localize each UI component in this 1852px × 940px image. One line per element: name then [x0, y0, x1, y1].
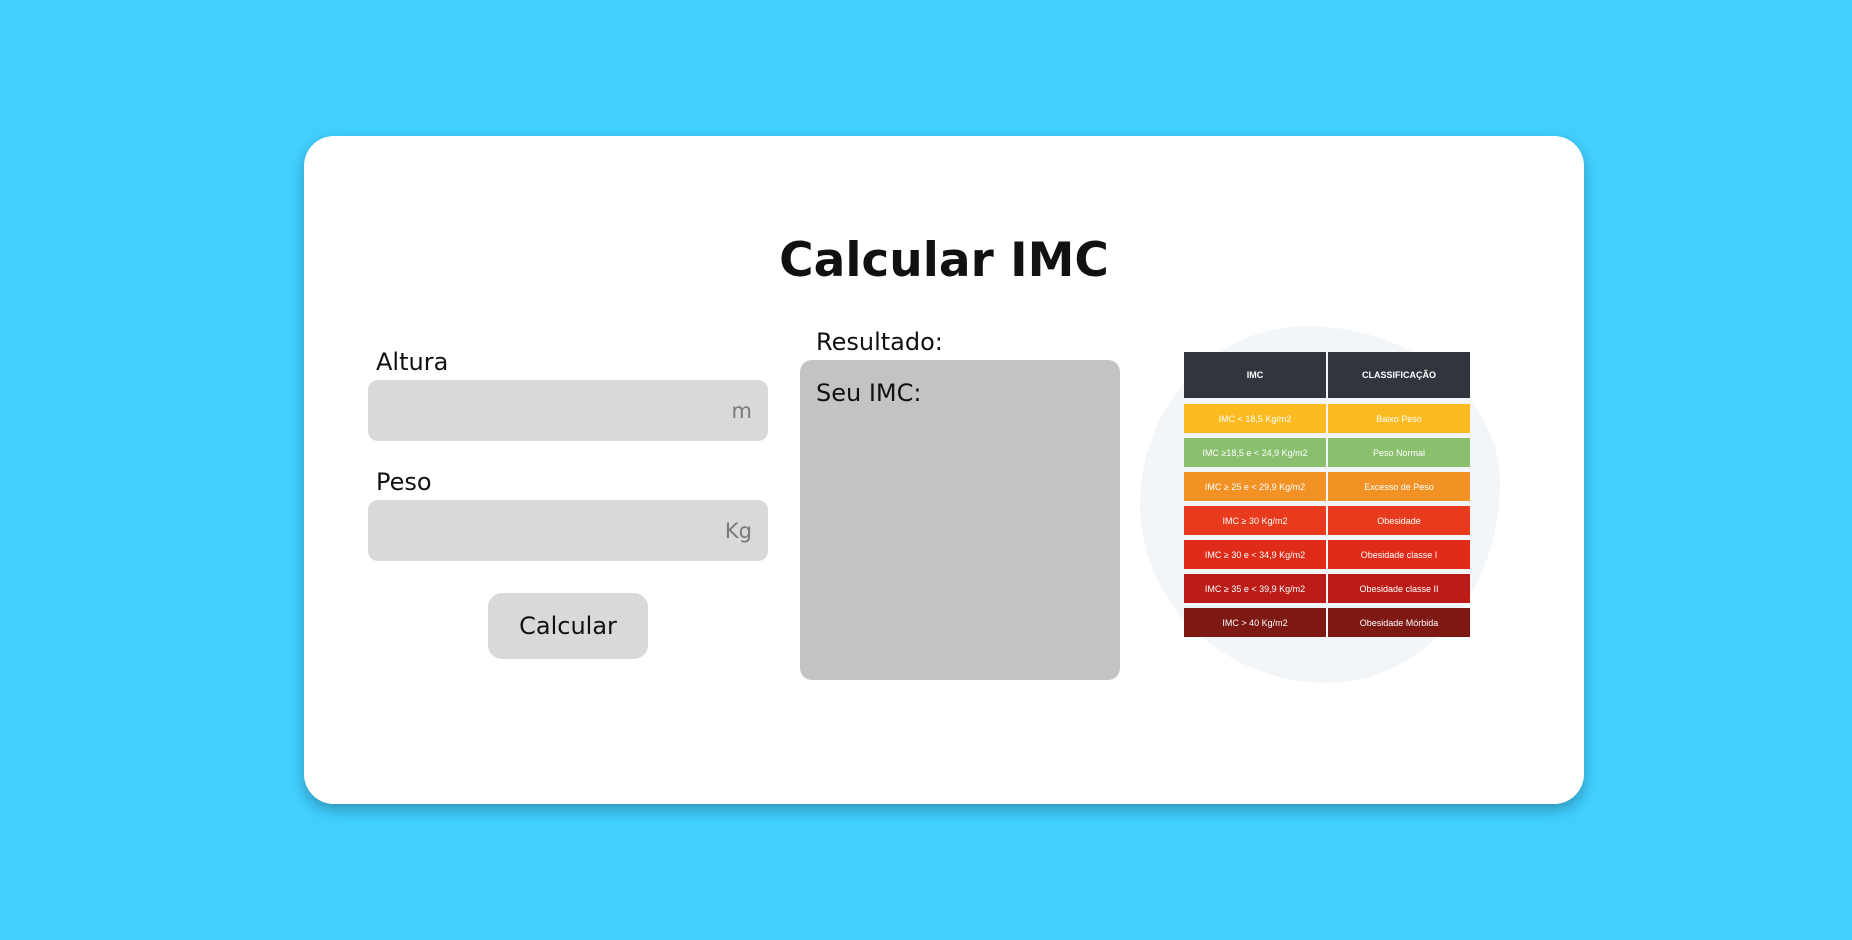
- imc-classification-table: IMC CLASSIFICAÇÃO IMC < 18,5 Kg/m2 Baixo Pe…: [1184, 352, 1470, 638]
- imc-range-cell: IMC ≥18,5 e < 24,9 Kg/m2: [1184, 438, 1326, 467]
- resultado-label: Resultado:: [816, 328, 943, 356]
- peso-field-box: [368, 500, 768, 561]
- imc-classification-cell: Obesidade classe II: [1328, 574, 1470, 603]
- imc-range-cell: IMC > 40 Kg/m2: [1184, 608, 1326, 637]
- page-title: Calcular IMC: [779, 233, 1109, 288]
- peso-label: Peso: [376, 468, 432, 496]
- imc-classification-cell: Peso Normal: [1328, 438, 1470, 467]
- result-text: Seu IMC:: [816, 379, 922, 407]
- imc-classification-cell: Obesidade: [1328, 506, 1470, 535]
- imc-range-cell: IMC < 18,5 Kg/m2: [1184, 404, 1326, 433]
- imc-range-cell: IMC ≥ 25 e < 29,9 Kg/m2: [1184, 472, 1326, 501]
- imc-range-cell: IMC ≥ 30 e < 34,9 Kg/m2: [1184, 540, 1326, 569]
- imc-range-cell: IMC ≥ 35 e < 39,9 Kg/m2: [1184, 574, 1326, 603]
- altura-field-box: [368, 380, 768, 441]
- peso-input[interactable]: [368, 500, 768, 561]
- imc-classification-cell: Obesidade Mórbida: [1328, 608, 1470, 637]
- result-box: Seu IMC:: [800, 360, 1120, 680]
- altura-input[interactable]: [368, 380, 768, 441]
- imc-classification-cell: Baixo Peso: [1328, 404, 1470, 433]
- imc-card: Calcular IMC Altura Peso Calcular Result…: [304, 136, 1584, 804]
- imc-table-header: CLASSIFICAÇÃO: [1328, 352, 1470, 398]
- calcular-button[interactable]: Calcular: [488, 593, 648, 659]
- altura-label: Altura: [376, 348, 449, 376]
- imc-range-cell: IMC ≥ 30 Kg/m2: [1184, 506, 1326, 535]
- imc-classification-cell: Obesidade classe I: [1328, 540, 1470, 569]
- imc-classification-image: IMC CLASSIFICAÇÃO IMC < 18,5 Kg/m2 Baixo Pe…: [1136, 316, 1513, 683]
- imc-classification-cell: Excesso de Peso: [1328, 472, 1470, 501]
- imc-table-header: IMC: [1184, 352, 1326, 398]
